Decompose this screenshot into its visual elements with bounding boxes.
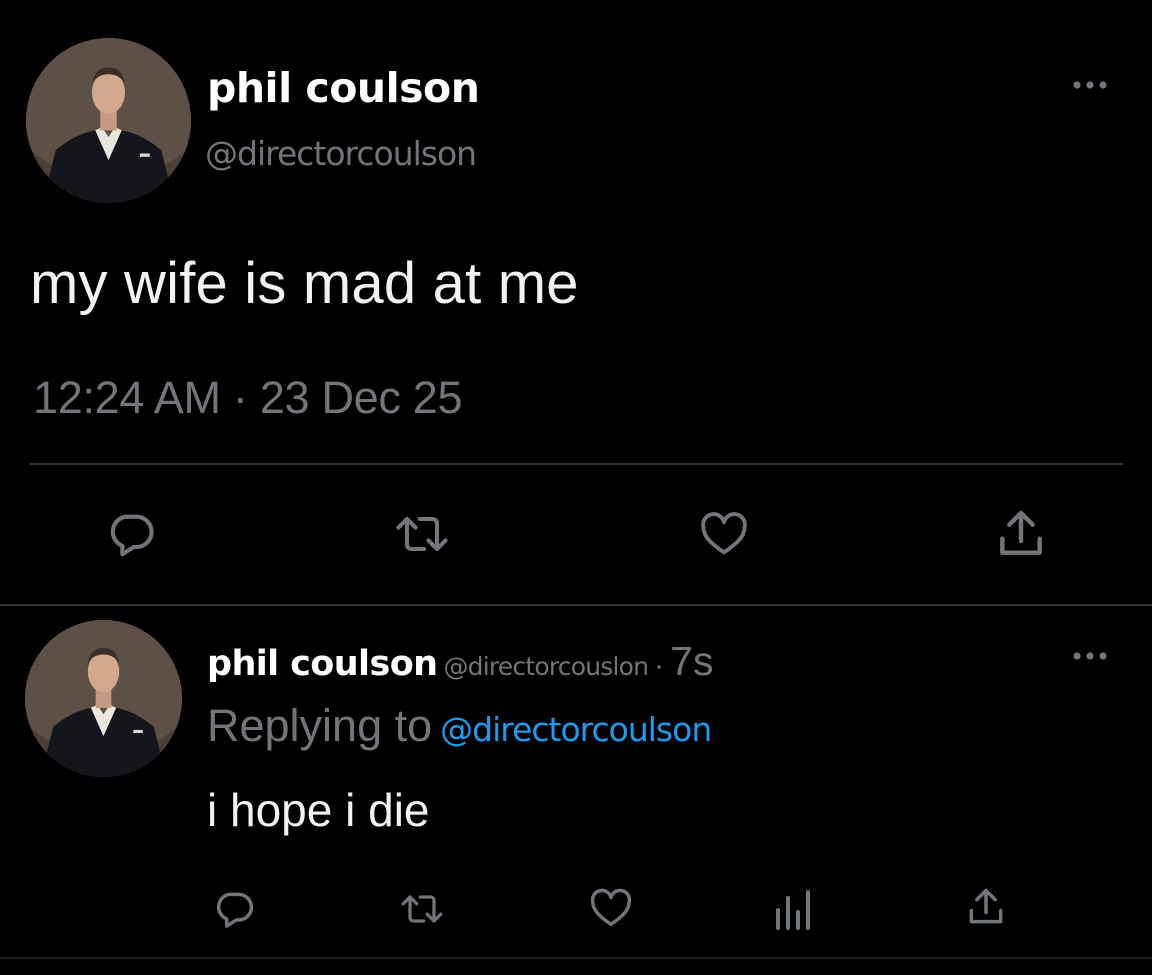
share-button[interactable] <box>993 506 1049 562</box>
avatar[interactable] <box>25 620 182 777</box>
reply-icon <box>110 514 154 557</box>
main-tweet[interactable]: phil coulson @directorcoulson my wife is… <box>0 0 1152 605</box>
ellipsis-icon <box>1073 81 1107 89</box>
avatar-photo <box>26 38 191 203</box>
share-button[interactable] <box>964 884 1008 930</box>
like-button[interactable] <box>696 508 752 560</box>
display-name[interactable]: phil coulson <box>207 644 438 684</box>
replying-to: Replying to @directorcoulson <box>207 700 712 752</box>
tweet-thread: phil coulson @directorcoulson my wife is… <box>0 0 1152 975</box>
tweet-text: my wife is mad at me <box>30 251 579 316</box>
reply-header: phil coulson @directorcouslon · 7s <box>207 638 713 685</box>
views-icon <box>776 890 810 930</box>
retweet-icon <box>401 895 443 923</box>
tweet-text: i hope i die <box>207 784 430 836</box>
like-icon <box>590 888 632 927</box>
retweet-button[interactable] <box>392 508 452 560</box>
separator-dot: · <box>654 649 665 682</box>
avatar-photo <box>25 620 182 777</box>
divider <box>30 463 1123 465</box>
reply-button[interactable] <box>212 887 256 931</box>
ellipsis-icon <box>1073 652 1107 660</box>
avatar[interactable] <box>26 38 191 203</box>
divider <box>0 604 1152 606</box>
like-button[interactable] <box>587 885 635 931</box>
replying-to-handle-link[interactable]: @directorcoulson <box>440 710 712 749</box>
share-icon <box>969 888 1003 924</box>
display-name[interactable]: phil coulson <box>207 64 480 112</box>
share-icon <box>1000 510 1042 555</box>
views-button[interactable] <box>772 888 812 932</box>
replying-to-label: Replying to <box>207 700 433 751</box>
reply-icon <box>216 892 254 928</box>
retweet-button[interactable] <box>398 888 446 930</box>
retweet-icon <box>396 516 448 552</box>
reply-button[interactable] <box>105 508 157 560</box>
more-options-button[interactable] <box>1068 644 1112 668</box>
tweet-age[interactable]: 7s <box>670 638 713 684</box>
more-options-button[interactable] <box>1068 73 1112 97</box>
tweet-timestamp[interactable]: 12:24 AM · 23 Dec 25 <box>33 372 463 424</box>
user-handle[interactable]: @directorcoulson <box>205 134 477 173</box>
user-handle[interactable]: @directorcouslon <box>443 652 649 681</box>
divider <box>0 957 1152 959</box>
like-icon <box>701 512 747 555</box>
